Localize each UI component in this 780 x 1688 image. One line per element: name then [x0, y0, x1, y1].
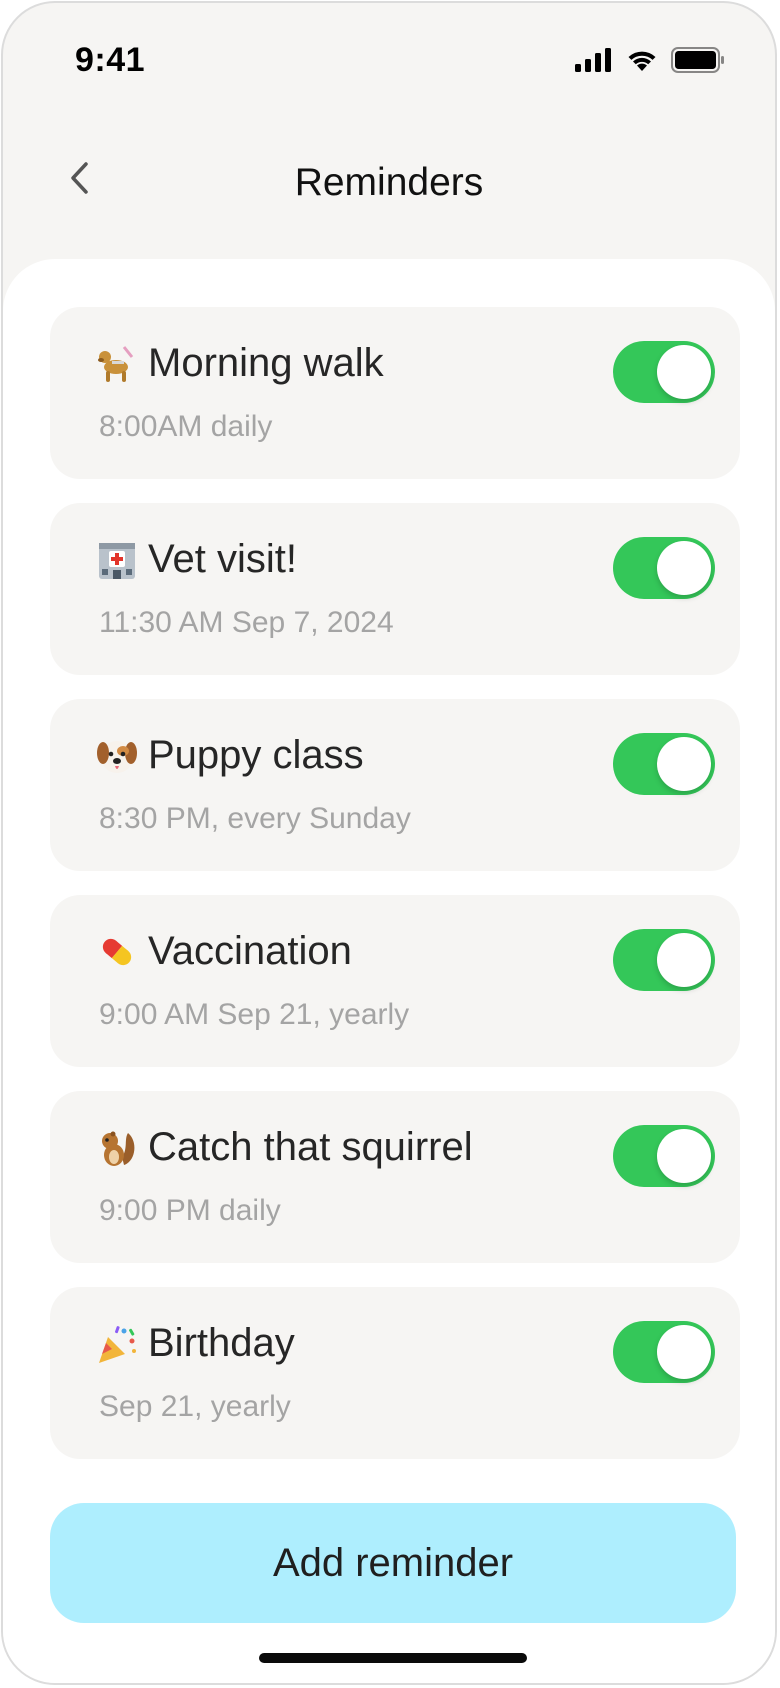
phone-frame: 9:41 Reminders Morning walk 8:00AM daily…	[1, 1, 777, 1685]
reminder-schedule: Sep 21, yearly	[99, 1390, 291, 1423]
status-bar: 9:41	[3, 3, 775, 123]
hospital-icon	[96, 539, 138, 581]
reminder-card[interactable]: Vet visit! 11:30 AM Sep 7, 2024	[50, 503, 740, 675]
guide-dog-icon	[96, 343, 138, 385]
reminder-title: Vet visit!	[148, 537, 297, 581]
reminder-toggle[interactable]	[613, 1125, 715, 1187]
status-time: 9:41	[75, 41, 146, 79]
reminder-title: Morning walk	[148, 341, 384, 385]
add-reminder-button[interactable]: Add reminder	[50, 1503, 736, 1623]
reminder-schedule: 8:00AM daily	[99, 410, 273, 443]
reminder-title-row: Vaccination	[96, 929, 352, 974]
toggle-knob	[657, 737, 711, 791]
reminder-title-row: Birthday	[96, 1321, 295, 1366]
reminder-list: Morning walk 8:00AM daily Vet visit! 11:…	[50, 307, 740, 1483]
reminder-title-row: Vet visit!	[96, 537, 297, 582]
reminder-title-row: Puppy class	[96, 733, 364, 778]
reminder-title-row: Morning walk	[96, 341, 384, 386]
toggle-knob	[657, 933, 711, 987]
wifi-icon	[625, 47, 659, 73]
reminder-schedule: 11:30 AM Sep 7, 2024	[99, 606, 394, 639]
reminder-card[interactable]: Puppy class 8:30 PM, every Sunday	[50, 699, 740, 871]
reminder-toggle[interactable]	[613, 733, 715, 795]
toggle-knob	[657, 345, 711, 399]
home-indicator	[259, 1653, 527, 1663]
reminder-toggle[interactable]	[613, 929, 715, 991]
toggle-knob	[657, 1325, 711, 1379]
status-icons	[575, 45, 725, 75]
cellular-signal-icon	[575, 48, 613, 72]
reminder-title: Puppy class	[148, 733, 364, 777]
pill-icon	[96, 931, 138, 973]
reminder-toggle[interactable]	[613, 341, 715, 403]
reminder-title-row: Catch that squirrel	[96, 1125, 473, 1170]
reminder-card[interactable]: Catch that squirrel 9:00 PM daily	[50, 1091, 740, 1263]
chipmunk-icon	[96, 1127, 138, 1169]
reminder-title: Catch that squirrel	[148, 1125, 473, 1169]
reminder-title: Vaccination	[148, 929, 352, 973]
reminder-title: Birthday	[148, 1321, 295, 1365]
reminder-toggle[interactable]	[613, 537, 715, 599]
reminder-card[interactable]: Vaccination 9:00 AM Sep 21, yearly	[50, 895, 740, 1067]
reminder-schedule: 8:30 PM, every Sunday	[99, 802, 411, 835]
reminder-card[interactable]: Morning walk 8:00AM daily	[50, 307, 740, 479]
reminder-schedule: 9:00 PM daily	[99, 1194, 281, 1227]
battery-icon	[671, 47, 725, 73]
reminder-toggle[interactable]	[613, 1321, 715, 1383]
dog-face-icon	[96, 735, 138, 777]
reminders-sheet: Morning walk 8:00AM daily Vet visit! 11:…	[3, 259, 775, 1683]
reminder-schedule: 9:00 AM Sep 21, yearly	[99, 998, 410, 1031]
toggle-knob	[657, 1129, 711, 1183]
toggle-knob	[657, 541, 711, 595]
page-title: Reminders	[294, 161, 484, 204]
party-popper-icon	[96, 1323, 138, 1365]
reminder-card[interactable]: Birthday Sep 21, yearly	[50, 1287, 740, 1459]
header: Reminders	[3, 133, 775, 233]
